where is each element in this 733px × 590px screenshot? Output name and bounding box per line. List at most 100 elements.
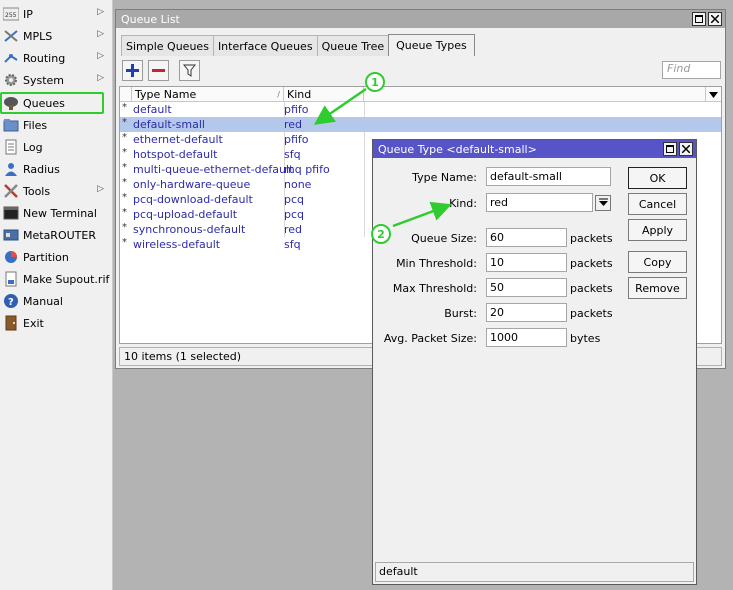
queue-type-dialog: Queue Type <default-small> Type Name: de… [372,139,697,585]
close-button[interactable] [708,12,722,26]
sidebar-item-partition[interactable]: Partition [0,246,112,268]
sidebar-item-exit[interactable]: Exit [0,312,112,334]
burst-label: Burst: [444,307,477,320]
sidebar-item-tools[interactable]: Tools ▷ [0,180,112,202]
submenu-arrow-icon: ▷ [97,51,104,61]
remove-button[interactable]: Remove [628,277,687,299]
submenu-arrow-icon: ▷ [97,7,104,17]
supout-icon [3,271,19,287]
add-button[interactable] [122,60,143,81]
sidebar-item-system[interactable]: System ▷ [0,69,112,91]
cancel-button[interactable]: Cancel [628,193,687,215]
tab-simple-queues[interactable]: Simple Queues [121,35,214,56]
sidebar-item-log[interactable]: Log [0,136,112,158]
table-row[interactable]: * default-small red [120,117,721,132]
sidebar-item-label: Manual [23,294,63,308]
tools-icon [3,183,19,199]
sidebar-item-label: New Terminal [23,206,97,220]
column-dropdown-button[interactable] [705,87,721,102]
sidebar-item-label: MetaROUTER [23,228,96,242]
exit-icon [3,315,19,331]
minus-icon [152,69,165,72]
avg-packet-size-field[interactable]: 1000 [486,328,567,347]
sidebar-item-make-supout[interactable]: Make Supout.rif [0,268,112,290]
metarouter-icon [3,227,19,243]
system-gear-icon [3,72,19,88]
kind-select[interactable]: red [486,193,593,212]
column-header-type-name[interactable]: Type Name / [132,87,284,102]
dialog-status-bar: default [375,562,694,582]
svg-text:?: ? [8,297,14,308]
burst-unit: packets [570,307,613,320]
maximize-button[interactable] [663,142,677,156]
radius-icon [3,161,19,177]
plus-icon [126,64,139,77]
submenu-arrow-icon: ▷ [97,73,104,83]
tab-interface-queues[interactable]: Interface Queues [212,35,318,56]
kind-dropdown-button[interactable] [595,195,611,211]
table-row[interactable]: * default pfifo [120,102,721,117]
max-threshold-field[interactable]: 50 [486,278,567,297]
tab-queue-tree[interactable]: Queue Tree [316,35,390,56]
queue-size-field[interactable]: 60 [486,228,567,247]
log-icon [3,139,19,155]
sidebar-item-new-terminal[interactable]: New Terminal [0,202,112,224]
sidebar-item-label: Exit [23,316,44,330]
sidebar-item-manual[interactable]: ? Manual [0,290,112,312]
avg-packet-size-label: Avg. Packet Size: [383,332,477,345]
sidebar-item-label: IP [23,7,33,21]
sidebar-item-label: Queues [23,96,65,110]
dialog-titlebar[interactable]: Queue Type <default-small> [373,140,696,158]
ip-icon: 255 [3,6,19,22]
sidebar-item-radius[interactable]: Radius [0,158,112,180]
min-threshold-label: Min Threshold: [396,257,477,270]
chevron-down-icon [709,91,718,98]
partition-icon [3,249,19,265]
close-button[interactable] [679,142,693,156]
sidebar-item-label: Make Supout.rif [23,272,110,286]
queue-list-titlebar[interactable]: Queue List [116,10,725,28]
submenu-arrow-icon: ▷ [97,184,104,194]
min-threshold-unit: packets [570,257,613,270]
sidebar-item-metarouter[interactable]: MetaROUTER [0,224,112,246]
sidebar-item-label: Files [23,118,48,132]
sort-icon: / [277,90,280,99]
apply-button[interactable]: Apply [628,219,687,241]
avg-packet-size-unit: bytes [570,332,601,345]
max-threshold-unit: packets [570,282,613,295]
column-header-kind[interactable]: Kind [284,87,364,102]
submenu-arrow-icon: ▷ [97,29,104,39]
sidebar-item-label: Tools [23,184,51,198]
sidebar-item-mpls[interactable]: MPLS ▷ [0,25,112,47]
queues-icon [3,95,19,111]
sidebar-item-label: Radius [23,162,60,176]
copy-button[interactable]: Copy [628,251,687,273]
type-name-field[interactable]: default-small [486,167,611,186]
kind-label: Kind: [449,197,477,210]
filter-button[interactable] [179,60,200,81]
min-threshold-field[interactable]: 10 [486,253,567,272]
annotation-badge-1: 1 [365,72,385,92]
sidebar-item-label: Routing [23,51,66,65]
sidebar-item-queues[interactable]: Queues [0,92,104,114]
dialog-title: Queue Type <default-small> [378,142,537,156]
ok-button[interactable]: OK [628,167,687,189]
sidebar-item-routing[interactable]: Routing ▷ [0,47,112,69]
tab-bar: Simple Queues Interface Queues Queue Tre… [121,34,475,56]
remove-button[interactable] [148,60,169,81]
find-input[interactable]: Find [662,61,721,79]
sidebar-item-label: MPLS [23,29,53,43]
sidebar-item-ip[interactable]: 255 IP ▷ [0,3,112,25]
sidebar-item-files[interactable]: Files [0,114,112,136]
max-threshold-label: Max Threshold: [392,282,477,295]
svg-text:255: 255 [5,12,17,19]
burst-field[interactable]: 20 [486,303,567,322]
sidebar-menu: 255 IP ▷ MPLS ▷ Routing ▷ System ▷ Queue… [0,0,113,590]
tab-queue-types[interactable]: Queue Types [388,34,475,56]
help-icon: ? [3,293,19,309]
maximize-button[interactable] [692,12,706,26]
table-header: Type Name / Kind [120,87,721,102]
window-title: Queue List [121,12,180,26]
terminal-icon [3,205,19,221]
sidebar-item-label: Log [23,140,43,154]
